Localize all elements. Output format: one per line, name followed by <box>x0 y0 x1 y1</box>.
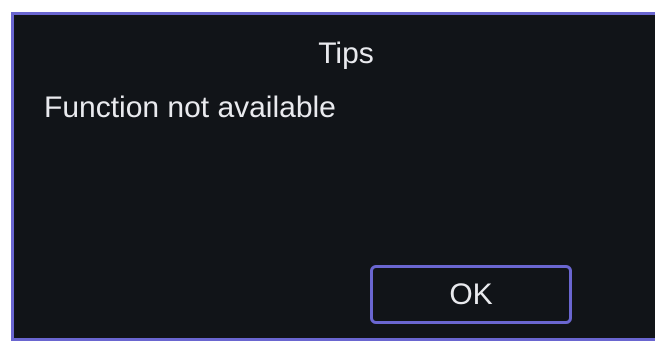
dialog-message: Function not available <box>44 91 336 124</box>
tips-dialog: Tips Function not available OK <box>11 12 655 341</box>
screen: Tips Function not available OK <box>0 0 655 342</box>
dialog-title: Tips <box>318 37 374 70</box>
ok-button[interactable]: OK <box>370 265 572 324</box>
